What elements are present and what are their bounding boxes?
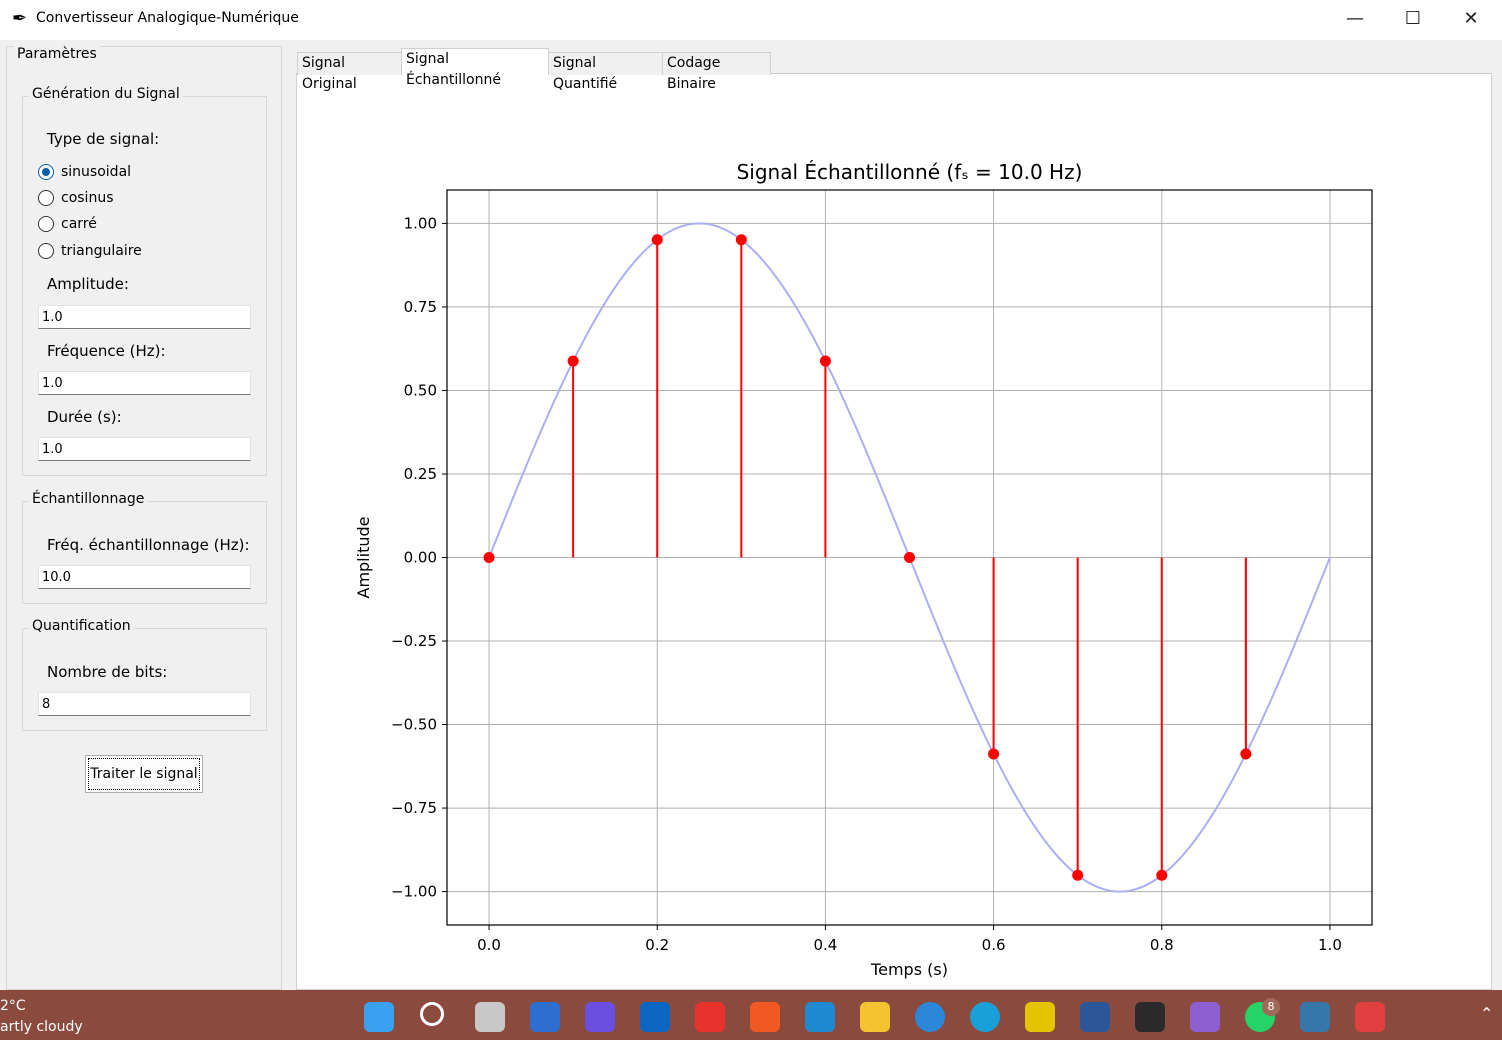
sampling-freq-input[interactable]: 10.0 [38, 565, 251, 589]
sample-point [651, 234, 663, 246]
x-tick-label: 1.0 [1318, 936, 1342, 954]
tab-signal-original[interactable]: Signal Original [297, 52, 402, 92]
chevron-up-icon[interactable]: ⌃ [1480, 1004, 1493, 1023]
radio-selected-icon [38, 164, 54, 180]
duration-label: Durée (s): [47, 408, 122, 426]
bits-label: Nombre de bits: [47, 663, 168, 681]
frequency-input[interactable]: 1.0 [38, 371, 251, 395]
tab-codage-binaire[interactable]: Codage Binaire [662, 52, 771, 92]
x-tick-label: 0.4 [813, 936, 837, 954]
radio-icon [38, 243, 54, 259]
radio-triangulaire[interactable]: triangulaire [38, 241, 142, 261]
tab-signal-echantillonne[interactable]: Signal Échantillonné [401, 48, 549, 88]
radio-icon [38, 216, 54, 232]
media-player-icon[interactable] [585, 1002, 615, 1032]
whatsapp-badge: 8 [1262, 998, 1280, 1016]
sample-point [735, 234, 747, 246]
sample-point [1156, 869, 1168, 881]
x-tick-label: 0.8 [1150, 936, 1174, 954]
process-signal-button[interactable]: Traiter le signal [85, 755, 203, 793]
y-tick-label: 1.00 [404, 214, 437, 232]
python-icon[interactable] [1300, 1002, 1330, 1032]
tab-signal-quantifie[interactable]: Signal Quantifié [548, 52, 663, 92]
sample-point [483, 552, 495, 563]
close-button[interactable]: ✕ [1442, 0, 1500, 40]
sample-point [567, 355, 579, 367]
powershell-icon[interactable] [530, 1002, 560, 1032]
parameters-title: Paramètres [14, 46, 100, 62]
amplitude-input[interactable]: 1.0 [38, 305, 251, 329]
task-view-icon[interactable] [475, 1002, 505, 1032]
app-window: ✒ Convertisseur Analogique-Numérique — ☐… [0, 0, 1502, 990]
git-icon[interactable] [695, 1002, 725, 1032]
y-tick-label: 0.75 [404, 298, 437, 316]
vscode-icon[interactable] [805, 1002, 835, 1032]
windows-start-icon[interactable] [364, 1002, 394, 1032]
y-tick-label: −0.75 [391, 799, 437, 817]
radio-sinusoidal[interactable]: sinusoidal [38, 162, 131, 182]
x-tick-label: 0.6 [982, 936, 1006, 954]
app-icon[interactable] [1190, 1002, 1220, 1032]
x-tick-label: 0.0 [477, 936, 501, 954]
sampling-freq-label: Fréq. échantillonnage (Hz): [47, 536, 250, 554]
sample-point [819, 355, 831, 367]
signal-type-label: Type de signal: [47, 130, 160, 148]
pdf-reader-icon[interactable] [1025, 1002, 1055, 1032]
generation-title: Génération du Signal [29, 86, 183, 102]
feather-icon: ✒ [12, 8, 28, 29]
amplitude-label: Amplitude: [47, 275, 129, 293]
minimize-button[interactable]: — [1326, 0, 1384, 40]
weather-condition[interactable]: artly cloudy [0, 1019, 83, 1035]
brave-browser-icon[interactable] [750, 1002, 780, 1032]
title-bar: ✒ Convertisseur Analogique-Numérique — ☐… [0, 0, 1502, 40]
weather-temperature[interactable]: 2°C [0, 998, 26, 1014]
x-axis-label: Temps (s) [870, 960, 948, 979]
terminal-icon[interactable] [1135, 1002, 1165, 1032]
y-tick-label: −0.25 [391, 632, 437, 650]
sample-point [1072, 869, 1084, 881]
x-tick-label: 0.2 [645, 936, 669, 954]
y-tick-label: 0.50 [404, 381, 437, 399]
sample-point [1240, 748, 1252, 760]
snipping-tool-icon[interactable] [1355, 1002, 1385, 1032]
sampling-title: Échantillonnage [29, 491, 148, 507]
radio-cosinus[interactable]: cosinus [38, 188, 114, 208]
y-tick-label: 0.25 [404, 465, 437, 483]
quantization-title: Quantification [29, 618, 134, 634]
word-icon[interactable] [1080, 1002, 1110, 1032]
taskbar: 2°C artly cloudy 8 ⌃ [0, 990, 1502, 1040]
window-title: Convertisseur Analogique-Numérique [36, 10, 299, 26]
search-icon[interactable] [420, 1002, 444, 1026]
radio-icon [38, 190, 54, 206]
maximize-button[interactable]: ☐ [1384, 0, 1442, 40]
sample-point [988, 748, 1000, 760]
frequency-label: Fréquence (Hz): [47, 342, 166, 360]
plot-area: 0.0 0.2 0.4 0.6 0.8 1.0 1.00 0.75 0.50 0.25 0.00 −0… [296, 73, 1492, 990]
outlook-icon[interactable] [640, 1002, 670, 1032]
help-icon[interactable] [915, 1002, 945, 1032]
bits-input[interactable]: 8 [38, 692, 251, 716]
radio-carre[interactable]: carré [38, 214, 97, 234]
file-explorer-icon[interactable] [860, 1002, 890, 1032]
duration-input[interactable]: 1.0 [38, 437, 251, 461]
edge-browser-icon[interactable] [970, 1002, 1000, 1032]
y-tick-label: −0.50 [391, 716, 437, 734]
chart-title: Signal Échantillonné (fₛ = 10.0 Hz) [737, 160, 1083, 184]
y-tick-label: −1.00 [391, 883, 437, 901]
sampled-signal-chart: 0.0 0.2 0.4 0.6 0.8 1.0 1.00 0.75 0.50 0.25 0.00 −0… [354, 160, 1373, 979]
y-tick-label: 0.00 [404, 549, 437, 567]
y-axis-label: Amplitude [354, 517, 373, 599]
sample-point [904, 552, 915, 563]
